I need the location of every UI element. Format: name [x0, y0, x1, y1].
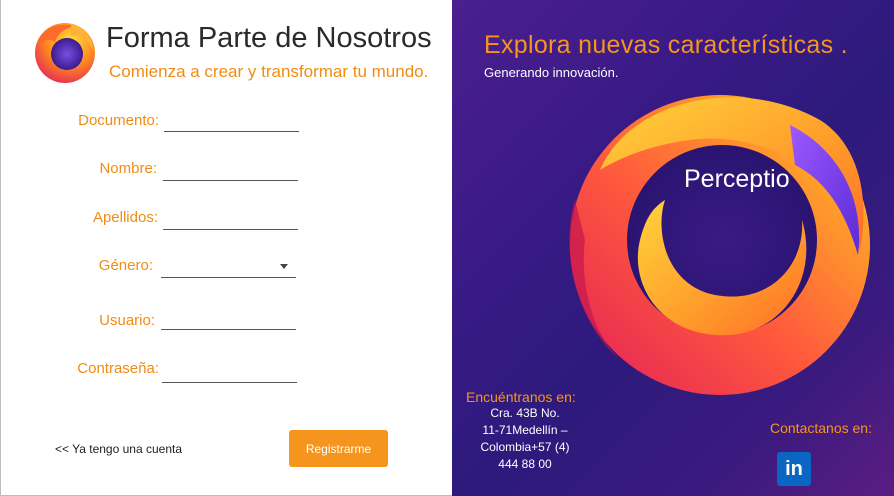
apellidos-field[interactable] [163, 207, 302, 231]
apellidos-input[interactable] [163, 207, 302, 231]
page-title: Forma Parte de Nosotros [106, 22, 432, 54]
promo-subtitle: Generando innovación. [484, 65, 619, 80]
promo-panel: Explora nuevas características . Generan… [452, 0, 894, 496]
genero-label: Género: [98, 257, 153, 274]
documento-input[interactable] [164, 109, 303, 133]
registration-panel: Forma Parte de Nosotros Comienza a crear… [0, 0, 452, 496]
dropdown-arrow-icon [280, 264, 288, 269]
page-subtitle: Comienza a crear y transformar tu mundo. [109, 62, 429, 81]
contrasena-input[interactable] [162, 360, 301, 384]
apellidos-label: Apellidos: [92, 209, 158, 226]
address-line: 444 88 00 [498, 457, 552, 471]
contrasena-label: Contraseña: [77, 360, 159, 377]
usuario-label: Usuario: [99, 312, 155, 329]
nombre-field[interactable] [163, 158, 302, 182]
linkedin-text: in [785, 457, 803, 480]
nombre-label: Nombre: [99, 160, 157, 177]
nombre-input[interactable] [163, 158, 302, 182]
address-line: Colombia+57 (4) [480, 440, 570, 454]
address: Cra. 43B No. 11-71Medellín – Colombia+57… [470, 405, 580, 473]
genero-select[interactable] [161, 255, 296, 278]
usuario-input[interactable] [161, 307, 300, 331]
contrasena-field[interactable] [162, 360, 301, 384]
promo-title: Explora nuevas características . [484, 31, 848, 59]
login-link[interactable]: << Ya tengo una cuenta [55, 442, 182, 456]
documento-field[interactable] [164, 109, 303, 133]
firefox-large-icon [569, 95, 870, 395]
usuario-field[interactable] [161, 307, 300, 331]
linkedin-icon[interactable]: in [777, 452, 811, 486]
documento-label: Documento: [78, 112, 159, 129]
find-us-label: Encuéntranos en: [466, 389, 576, 405]
contact-label: Contactanos en: [770, 420, 872, 436]
register-button[interactable]: Registrarme [289, 430, 388, 467]
brand-name: Perceptio [684, 165, 790, 193]
address-line: Cra. 43B No. [490, 406, 560, 420]
firefox-logo-icon [35, 23, 95, 83]
address-line: 11-71Medellín – [482, 423, 568, 437]
